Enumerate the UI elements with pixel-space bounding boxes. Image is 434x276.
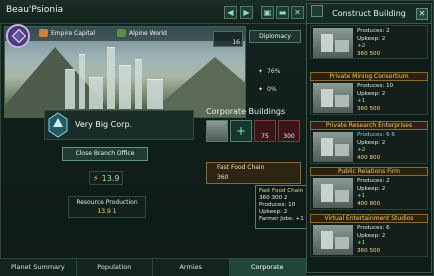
close-branch-office-button[interactable]: Close Branch Office [62,147,148,161]
crime-stat: ✦ 0% [258,86,277,93]
capital-icon [39,29,48,37]
building-image [313,225,353,255]
selected-building-card[interactable]: Fast Food Chain 360 [206,162,301,184]
panel-close-icon[interactable]: ✕ [416,8,428,20]
energy-icon: ⚡ [93,173,99,183]
resource-production-values: 13.9 1 [97,208,117,215]
tooltip-title: Fast Food Chain [259,188,304,194]
panel-title: Construct Building [307,4,431,24]
tab-population[interactable]: Population [77,259,153,276]
tab-corporate[interactable]: Corporate [229,259,306,276]
stability-icon: ✦ [258,68,264,75]
add-building-slot[interactable]: + [230,120,252,142]
planet-class-tag: Alpine World [117,29,167,37]
tab-armies[interactable]: Armies [153,259,230,276]
building-slot-1[interactable] [206,120,228,142]
building-entry[interactable]: Public Relations Firm Produces: 2 Upkeep… [310,167,428,210]
energy-output: ⚡ 13.9 [89,171,123,185]
building-image [313,28,353,58]
corporation-logo-icon [48,112,68,138]
tab-planet-summary[interactable]: Planet Summary [0,259,77,276]
planet-name[interactable]: Beau'Psionia [6,5,63,15]
stability-stat: ✦ 76% [258,68,281,75]
minimize-button[interactable]: ▬ [276,6,289,19]
population-count[interactable]: 16 [213,31,243,47]
building-image [313,132,353,162]
diplomacy-button[interactable]: Diplomacy [249,30,301,43]
tooltip-upkeep: Upkeep: 2 [259,209,288,215]
building-image [313,83,353,113]
building-entry[interactable]: Produces: 2 Upkeep: 2 +2 360 500 [310,25,428,59]
next-planet-button[interactable]: ▶ [240,6,253,19]
resource-production-title: Resource Production [76,199,138,206]
crime-icon: ✦ [258,86,264,93]
locked-slot-1: 75 [254,120,276,142]
previous-planet-button[interactable]: ◀ [224,6,237,19]
planet-banner: Empire Capital Alpine World 16 [4,26,246,118]
expand-view-button[interactable]: ▣ [261,6,274,19]
building-entry[interactable]: Private Research Enterprises Produces: 6… [310,121,428,164]
tooltip-cost: 360 300 2 [259,195,288,201]
locked-slot-2: 300 [278,120,300,142]
tooltip-produces: Produces: 10 [259,202,296,208]
building-image [313,178,353,208]
tab-bar: Planet Summary Population Armies Corpora… [0,258,306,276]
building-entry[interactable]: Virtual Entertainment Studios Produces: … [310,214,428,257]
panel-toggle-icon[interactable] [311,5,323,17]
empire-capital-tag: Empire Capital [39,29,95,37]
corporate-buildings-title: Corporate Buildings [206,107,286,116]
tooltip-jobs: Farmer Jobs: +1 [259,216,304,222]
alpine-icon [117,29,126,37]
corporation-name: Very Big Corp. [75,120,133,129]
resource-production-box: Resource Production 13.9 1 [68,196,146,218]
close-button[interactable]: ✕ [291,6,304,19]
building-entry[interactable]: Private Mining Consortium Produces: 10 U… [310,72,428,115]
title-bar: Beau'Psionia ◀ ▶ ▣ ▬ ✕ [0,0,306,24]
empire-emblem-icon[interactable] [6,24,30,48]
